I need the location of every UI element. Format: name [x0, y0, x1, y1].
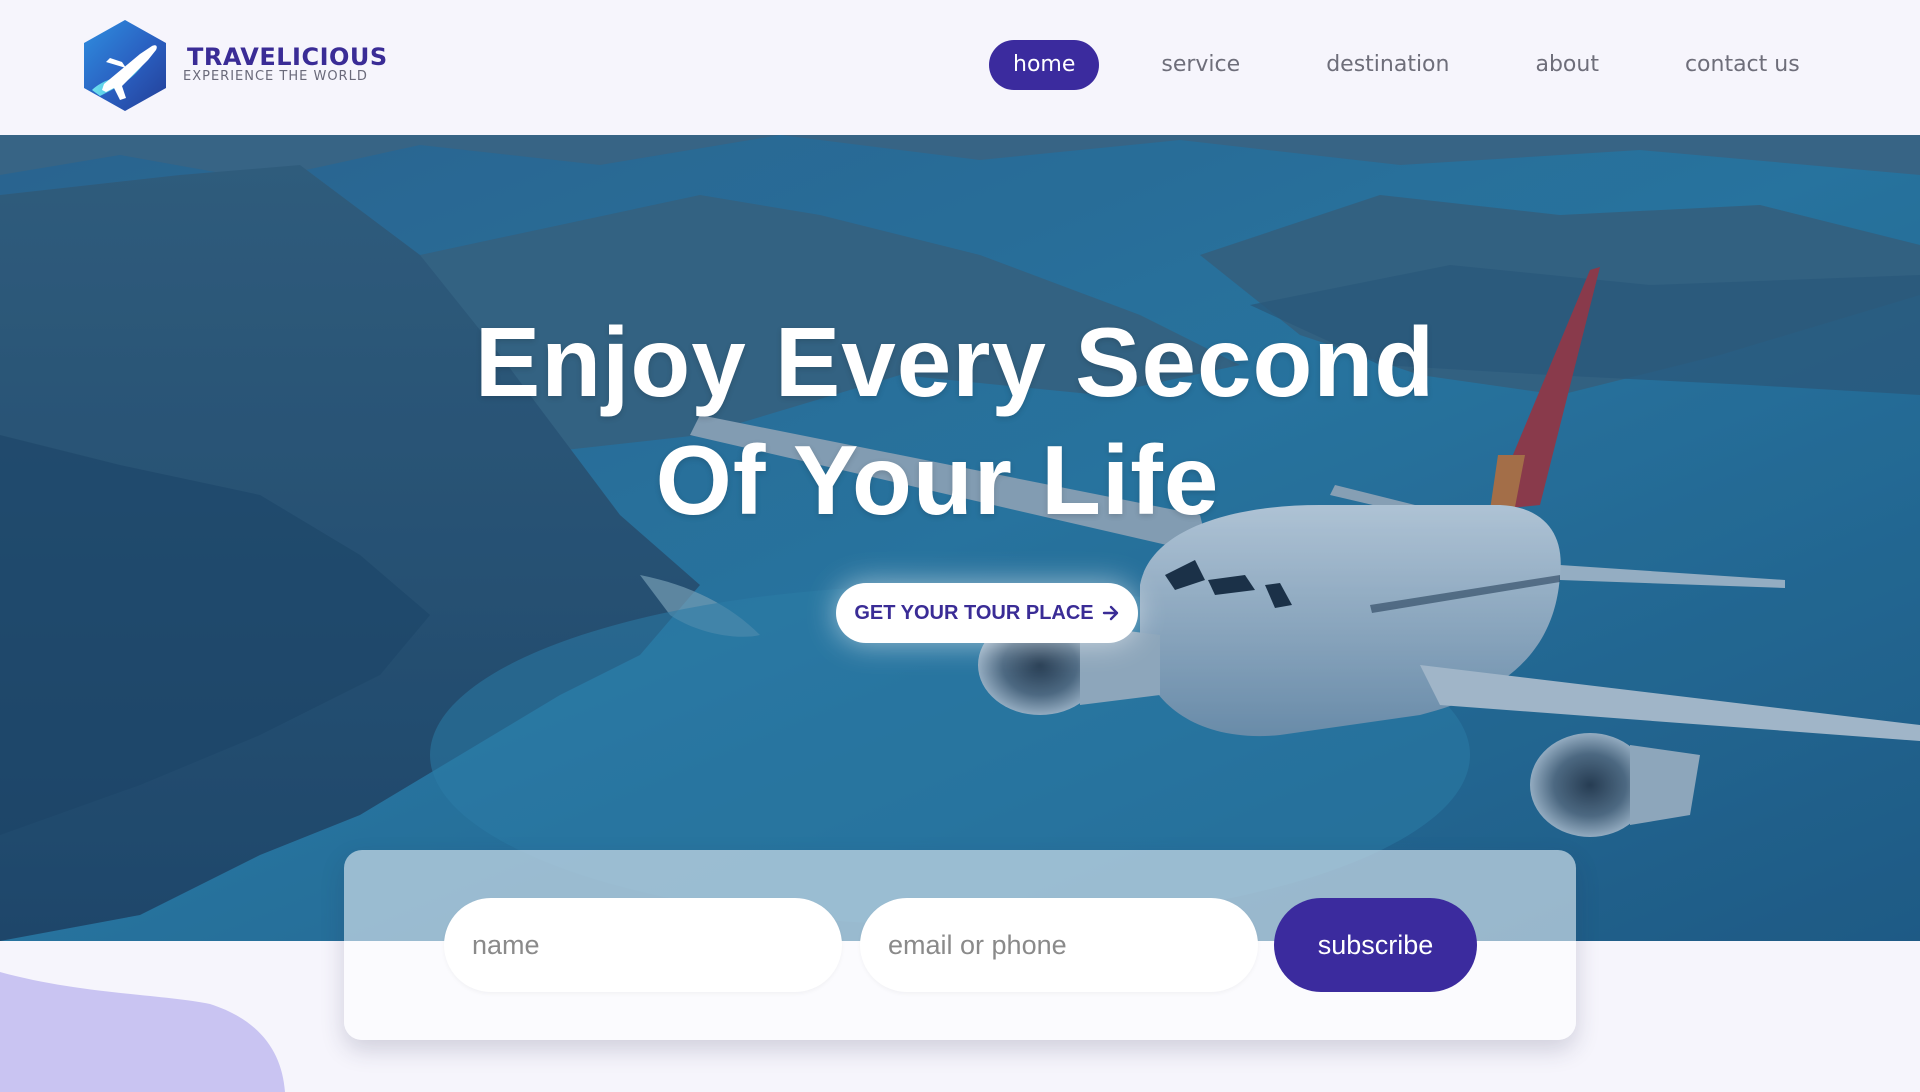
site-header: TRAVELICIOUS EXPERIENCE THE WORLD home s…	[0, 0, 1920, 135]
get-tour-place-button[interactable]: GET YOUR TOUR PLACE	[836, 583, 1138, 643]
hero-title-line-1: Enjoy Every Second	[474, 307, 1436, 417]
email-or-phone-input[interactable]	[860, 898, 1258, 992]
logo[interactable]: TRAVELICIOUS EXPERIENCE THE WORLD	[82, 18, 402, 113]
subscribe-button[interactable]: subscribe	[1274, 898, 1477, 992]
logo-text: TRAVELICIOUS EXPERIENCE THE WORLD	[183, 43, 388, 84]
nav-item-destination[interactable]: destination	[1302, 40, 1473, 90]
main-nav: home service destination about contact u…	[989, 40, 1824, 90]
plane-hexagon-icon	[84, 20, 166, 111]
hero-title: Enjoy Every Second Of Your Life	[0, 303, 1920, 539]
nav-item-about[interactable]: about	[1511, 40, 1622, 90]
hero-section: Enjoy Every Second Of Your Life GET YOUR…	[0, 135, 1920, 941]
name-input[interactable]	[444, 898, 842, 992]
arrow-right-icon	[1102, 605, 1118, 621]
subscribe-card: subscribe	[344, 850, 1576, 1040]
decorative-blob	[0, 972, 285, 1092]
brand-name: TRAVELICIOUS	[187, 43, 388, 71]
cta-label: GET YOUR TOUR PLACE	[854, 601, 1094, 624]
nav-item-service[interactable]: service	[1137, 40, 1264, 90]
nav-item-contact-us[interactable]: contact us	[1661, 40, 1824, 90]
hero-title-line-2: Of Your Life	[655, 425, 1220, 535]
page: TRAVELICIOUS EXPERIENCE THE WORLD home s…	[0, 0, 1920, 1092]
brand-tagline: EXPERIENCE THE WORLD	[183, 69, 368, 84]
nav-item-home[interactable]: home	[989, 40, 1100, 90]
